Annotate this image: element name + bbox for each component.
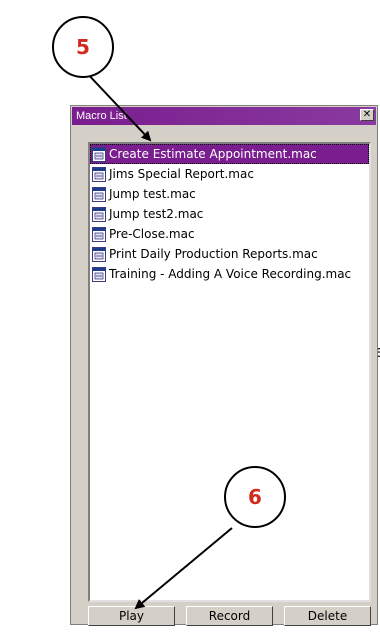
macro-file-icon: [92, 146, 106, 162]
list-item-label: Create Estimate Appointment.mac: [109, 147, 317, 161]
delete-button[interactable]: Delete: [284, 606, 371, 626]
list-item[interactable]: Training - Adding A Voice Recording.mac: [90, 264, 369, 284]
callout-number: 6: [248, 485, 262, 509]
macro-file-icon: [92, 266, 106, 282]
list-item[interactable]: Print Daily Production Reports.mac: [90, 244, 369, 264]
title-bar[interactable]: Macro List ✕: [72, 107, 376, 125]
list-item-label: Pre-Close.mac: [109, 227, 195, 241]
macro-listbox[interactable]: Create Estimate Appointment.mac Jims Spe…: [88, 142, 371, 602]
list-item-label: Jump test2.mac: [109, 207, 204, 221]
list-item-label: Jims Special Report.mac: [109, 167, 254, 181]
play-button[interactable]: Play: [88, 606, 175, 626]
list-item[interactable]: Jims Special Report.mac: [90, 164, 369, 184]
macro-file-icon: [92, 206, 106, 222]
button-row: Play Record Delete: [88, 606, 371, 626]
callout-number: 5: [76, 35, 90, 59]
callout-step-5: 5: [52, 16, 114, 78]
list-item-label: Training - Adding A Voice Recording.mac: [109, 267, 352, 281]
close-icon[interactable]: ✕: [360, 109, 374, 121]
record-button[interactable]: Record: [186, 606, 273, 626]
macro-file-icon: [92, 246, 106, 262]
list-item-label: Jump test.mac: [109, 187, 196, 201]
window-title: Macro List: [76, 110, 127, 122]
macro-list-window: Macro List ✕ Create Estimate Appointment…: [70, 105, 378, 626]
macro-file-icon: [92, 186, 106, 202]
list-item[interactable]: Jump test.mac: [90, 184, 369, 204]
list-item[interactable]: Jump test2.mac: [90, 204, 369, 224]
list-item[interactable]: Pre-Close.mac: [90, 224, 369, 244]
list-item-label: Print Daily Production Reports.mac: [109, 247, 318, 261]
macro-file-icon: [92, 226, 106, 242]
list-item[interactable]: Create Estimate Appointment.mac: [90, 144, 369, 164]
macro-file-icon: [92, 166, 106, 182]
callout-step-6: 6: [224, 466, 286, 528]
